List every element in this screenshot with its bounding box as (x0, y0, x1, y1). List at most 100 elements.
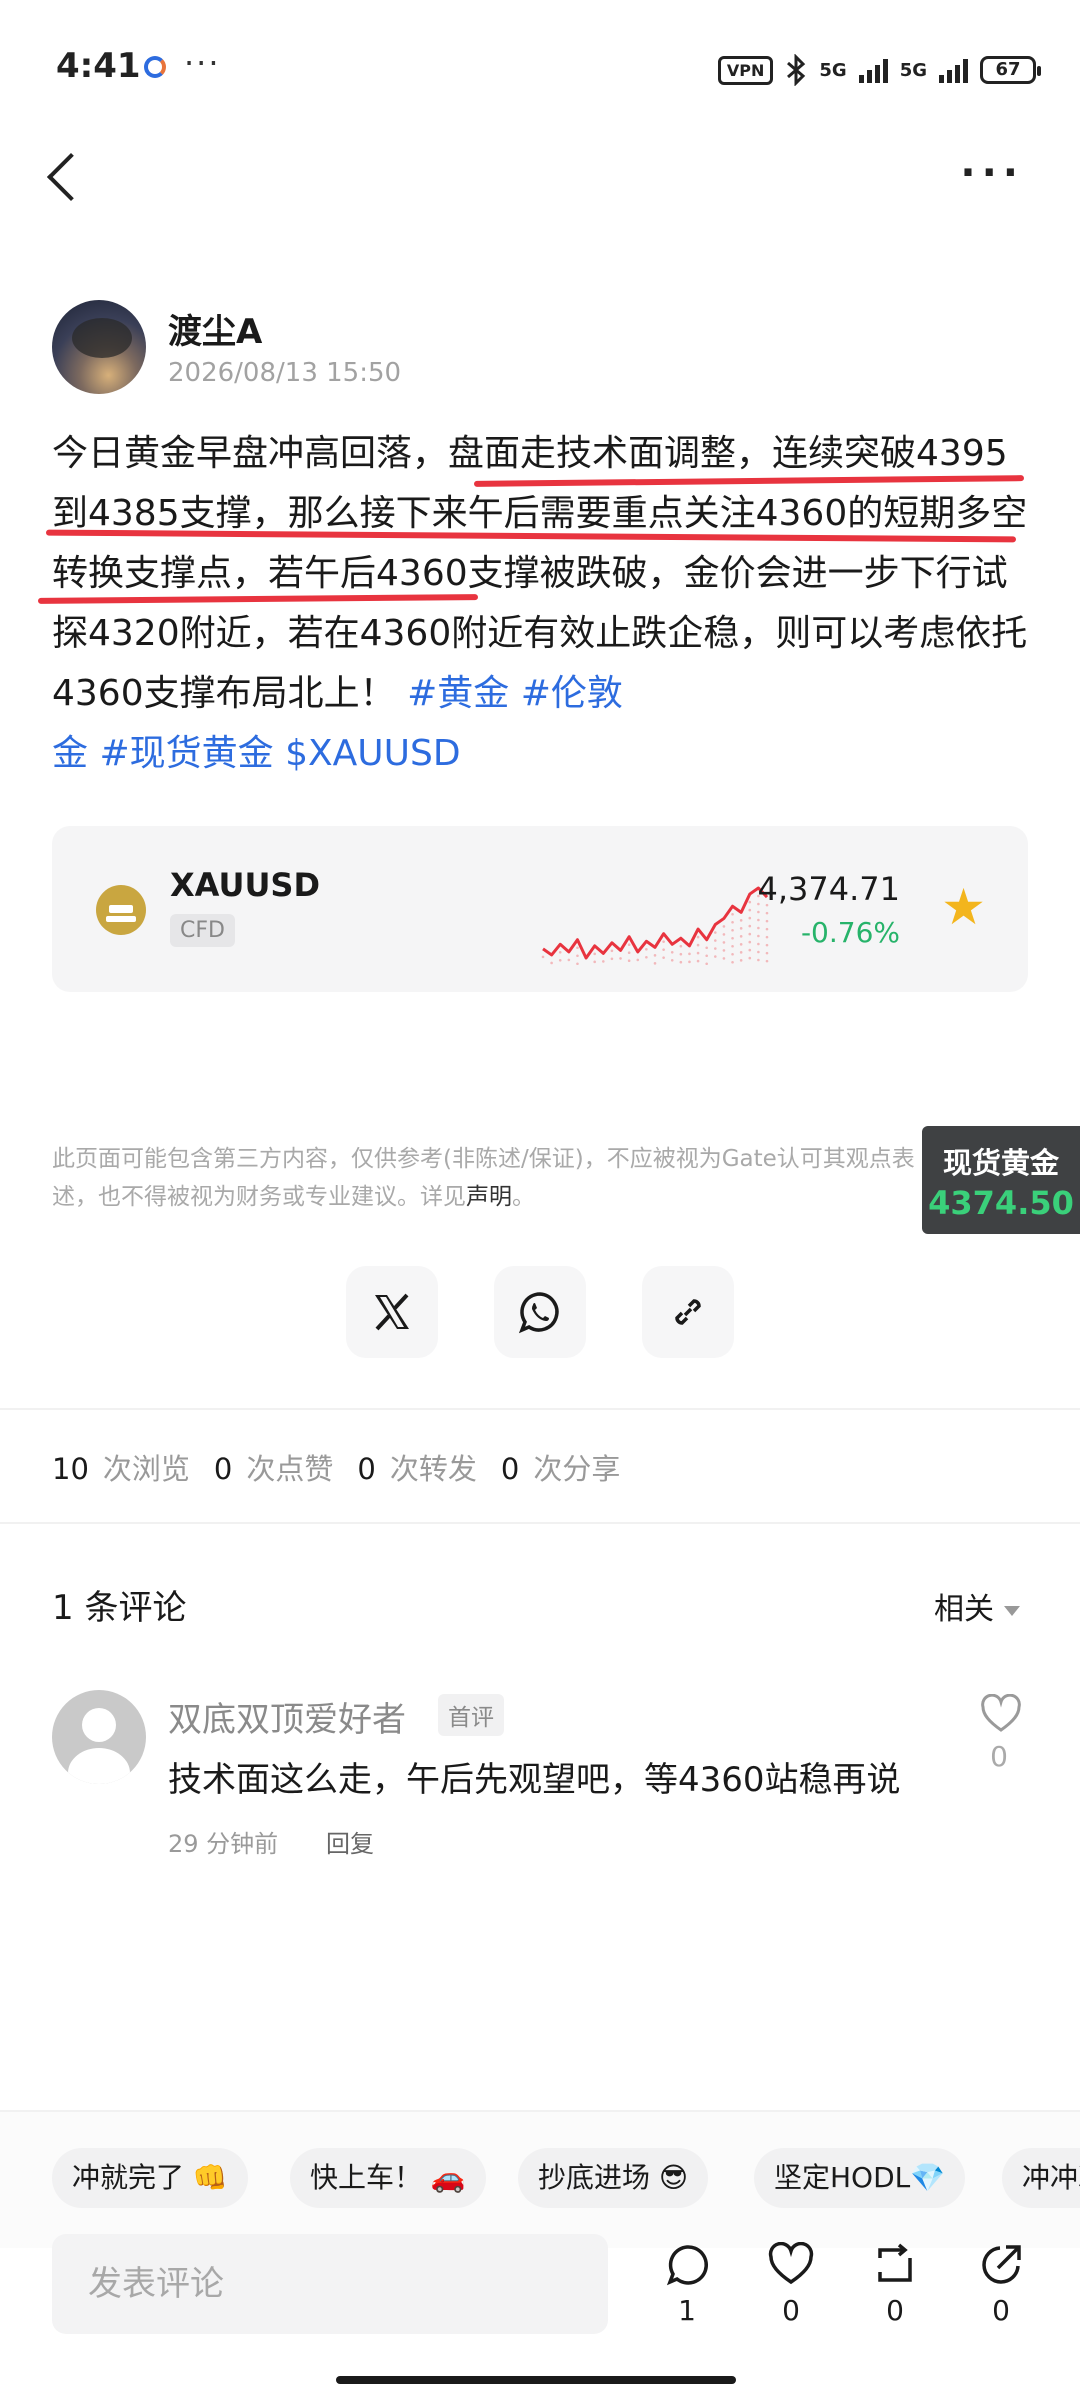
comment-input[interactable]: 发表评论 (52, 2234, 608, 2334)
sparkline-fill-dot (757, 926, 760, 930)
sparkline-fill-dot (731, 944, 734, 948)
sim2-network: 5G (899, 59, 927, 81)
sparkline-fill-dot (541, 955, 545, 959)
sparkline-fill-dot (558, 951, 562, 954)
author-name[interactable]: 渡尘A (168, 304, 262, 353)
sparkline-fill-dot (696, 935, 700, 939)
price-sparkline (541, 886, 769, 966)
hashtag-spot-gold[interactable]: #现货黄金 (99, 733, 273, 774)
sparkline-fill-dot (765, 911, 769, 915)
likes-label: 次点赞 (246, 1452, 334, 1486)
reply-button[interactable]: 回复 (326, 1824, 374, 1859)
author-avatar[interactable] (52, 300, 146, 394)
first-comment-badge: 首评 (438, 1694, 504, 1736)
sparkline-fill-dot (748, 948, 752, 952)
cashtag-xauusd[interactable]: $XAUUSD (285, 733, 460, 774)
favorite-star-icon[interactable]: ★ (941, 882, 986, 932)
sparkline-fill-dot (731, 952, 734, 956)
commenter-name[interactable]: 双底双顶爱好者 (168, 1692, 406, 1741)
comment-bubble-icon (666, 2245, 708, 2286)
sparkline-fill-dot (653, 954, 657, 957)
sparkline-fill-dot (679, 960, 683, 964)
views-count: 10 (52, 1452, 89, 1486)
sparkline-fill-dot (765, 959, 769, 963)
quick-reply-chip[interactable]: 抄底进场 😎 (518, 2148, 709, 2208)
quick-reply-chip[interactable]: 坚定HODL💎 (754, 2148, 966, 2208)
share-action[interactable]: 0 (966, 2242, 1036, 2327)
engagement-stats: 10 次浏览 0 次点赞 0 次转发 0 次分享 (52, 1446, 644, 1488)
sparkline-fill-dot (731, 912, 734, 916)
sort-label: 相关 (934, 1592, 994, 1627)
hashtag-gold[interactable]: #黄金 (407, 673, 509, 714)
disclaimer: 此页面可能包含第三方内容，仅供参考(非陈述/保证)，不应被视为Gate认可其观点… (52, 1140, 942, 1216)
shares-count: 0 (500, 1452, 520, 1486)
sparkline-fill-dot (748, 940, 752, 944)
sim1-network: 5G (819, 59, 847, 81)
sparkline-fill-dot (757, 910, 760, 914)
sparkline-fill-dot (739, 959, 743, 962)
sparkline-fill-dot (593, 960, 596, 964)
comment-text: 技术面这么走，午后先观望吧，等4360站稳再说 (168, 1760, 901, 1800)
likes-count: 0 (213, 1452, 233, 1486)
sparkline-fill-dot (722, 933, 726, 936)
sparkline-fill-dot (670, 951, 674, 954)
sparkline-fill-dot (739, 935, 743, 938)
sparkline-fill-dot (662, 940, 665, 943)
share-whatsapp-button[interactable] (494, 1266, 586, 1358)
sparkline-fill-dot (645, 955, 648, 959)
reposts-count: 0 (357, 1452, 376, 1486)
sparkline-fill-dot (627, 951, 631, 954)
floating-quote-widget[interactable]: 现货黄金 4374.50 (922, 1126, 1080, 1234)
share-icon (982, 2245, 1021, 2284)
sparkline-fill-dot (602, 960, 605, 963)
views-label: 次浏览 (102, 1452, 190, 1486)
commenter-avatar[interactable] (52, 1690, 146, 1784)
back-icon[interactable] (46, 152, 96, 202)
sparkline-fill-dot (731, 920, 734, 924)
ticker-change: -0.76% (800, 916, 900, 949)
disclaimer-link[interactable]: 声明 (466, 1184, 512, 1210)
quick-reply-chip[interactable]: 冲就完了 👊 (52, 2148, 248, 2208)
sparkline-fill-dot (748, 924, 752, 928)
sparkline-fill-dot (757, 942, 760, 946)
sparkline-fill-dot (567, 958, 571, 962)
repost-action[interactable]: 0 (860, 2242, 930, 2327)
vpn-icon: VPN (717, 55, 774, 85)
sparkline-fill-dot (748, 908, 752, 912)
more-options-icon[interactable]: ··· (960, 150, 1024, 196)
caret-down-icon (1004, 1605, 1020, 1616)
comment-action[interactable]: 1 (652, 2242, 722, 2327)
sparkline-fill-dot (739, 951, 743, 954)
repost-icon (878, 2243, 912, 2282)
divider (0, 1522, 1080, 1524)
sparkline-fill-dot (739, 927, 743, 930)
x-logo-icon (375, 1293, 409, 1331)
share-x-button[interactable] (346, 1266, 438, 1358)
sparkline-fill-dot (722, 925, 726, 928)
sparkline-fill-dot (662, 956, 665, 959)
sparkline-fill-dot (714, 931, 717, 934)
sparkline-fill-dot (714, 947, 717, 950)
sparkline-fill-dot (714, 955, 717, 958)
status-indicators: VPN 5G 5G 67 (717, 54, 1041, 86)
sparkline-fill-dot (739, 943, 743, 946)
sparkline-fill-dot (748, 956, 752, 960)
quick-reply-chip[interactable]: 冲冲冲 (1002, 2148, 1080, 2208)
sparkline-fill-dot (558, 959, 562, 962)
signal-icon-2 (939, 57, 968, 83)
bluetooth-icon (787, 54, 806, 86)
app-notification-icon (144, 56, 166, 78)
like-action[interactable]: 0 (756, 2242, 826, 2327)
sparkline-fill-dot (550, 961, 553, 965)
heart-icon[interactable] (980, 1694, 1022, 1734)
post-content: 今日黄金早盘冲高回落，盘面走技术面调整，连续突破4395到4385支撑，那么接下… (52, 424, 1032, 784)
sparkline-fill-dot (610, 957, 614, 961)
quick-reply-chip[interactable]: 快上车！ 🚗 (290, 2148, 486, 2208)
comment-sort-dropdown[interactable]: 相关 (934, 1584, 1020, 1628)
ticker-card[interactable]: XAUUSD CFD 4,374.71 -0.76% ★ (52, 826, 1028, 992)
sparkline-fill-dot (714, 939, 717, 942)
reposts-label: 次转发 (389, 1452, 477, 1486)
copy-link-button[interactable] (642, 1266, 734, 1358)
sparkline-fill-dot (688, 952, 691, 956)
sparkline-fill-dot (731, 928, 734, 932)
